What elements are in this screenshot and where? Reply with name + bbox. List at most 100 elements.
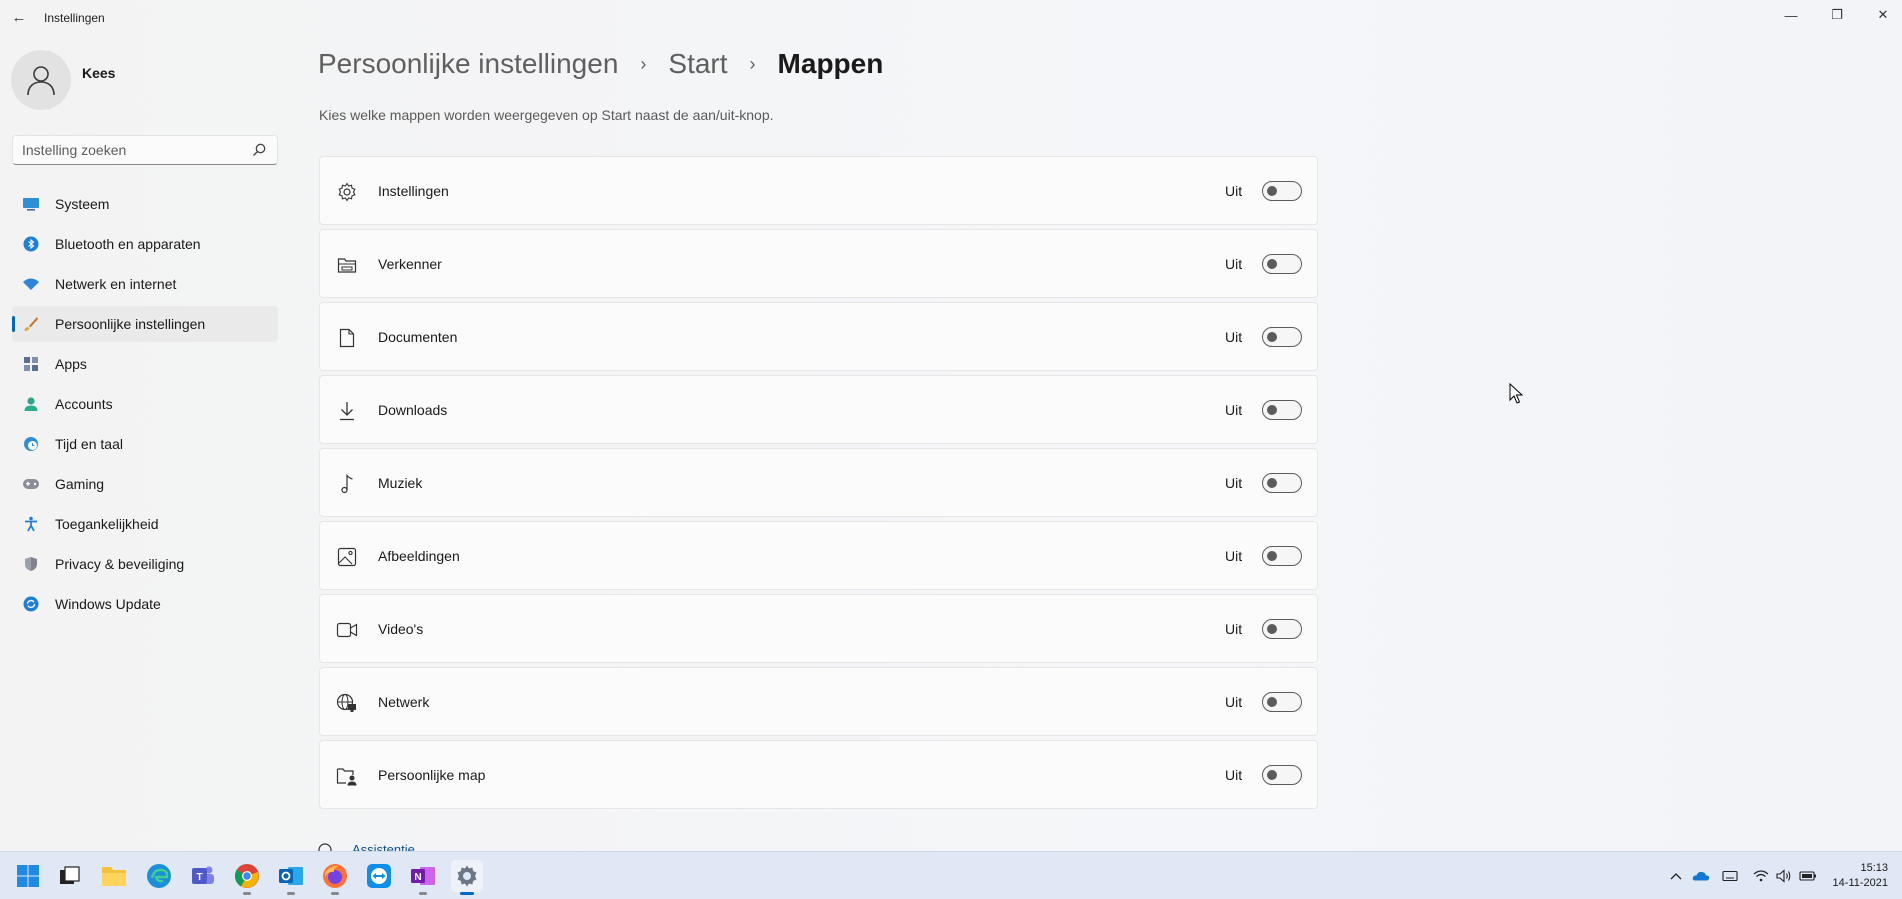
sidebar-item-apps[interactable]: Apps [12,346,278,382]
toggle-knob [1267,551,1277,561]
toggle-knob [1267,697,1277,707]
wifi-status-icon[interactable] [1752,867,1770,885]
toggle-verkenner[interactable] [1262,254,1302,274]
taskbar-teamviewer[interactable] [363,860,395,892]
sidebar-item-label: Bluetooth en apparaten [55,236,201,252]
wifi-icon [22,275,40,293]
taskbar-onenote[interactable]: N [407,860,439,895]
folder-label: Persoonlijke map [378,767,486,783]
taskbar-file-explorer[interactable] [98,860,130,892]
toggle-downloads[interactable] [1262,400,1302,420]
search-input[interactable] [13,136,243,164]
taskbar-firefox[interactable] [319,860,351,895]
gear-icon [336,181,358,203]
toggle-status: Uit [1225,475,1243,491]
battery-icon[interactable] [1799,867,1817,885]
volume-icon[interactable] [1775,867,1793,885]
sidebar-item-toegankelijkheid[interactable]: Toegankelijkheid [12,506,278,542]
sidebar-item-bluetooth[interactable]: Bluetooth en apparaten [12,226,278,262]
breadcrumb-link-start[interactable]: Start [668,48,727,80]
sidebar-item-label: Accounts [55,396,113,412]
sidebar-item-label: Persoonlijke instellingen [55,316,206,332]
search-icon[interactable] [251,142,267,158]
toggle-status: Uit [1225,621,1243,637]
toggle-knob [1267,186,1277,196]
sidebar-item-accounts[interactable]: Accounts [12,386,278,422]
close-button[interactable]: ✕ [1860,0,1902,30]
taskbar-start-button[interactable] [12,860,44,892]
sidebar-item-label: Systeem [55,196,110,212]
download-icon [336,400,358,422]
settings-icon [457,865,477,887]
chevron-up-icon[interactable] [1667,867,1685,885]
toggle-muziek[interactable] [1262,473,1302,493]
onedrive-icon[interactable] [1692,867,1710,885]
toggle-status: Uit [1225,256,1243,272]
sidebar-item-label: Windows Update [55,596,161,612]
onenote-icon: N [411,867,435,885]
taskbar-task-view[interactable] [54,860,86,892]
teams-icon: T [192,866,214,884]
sidebar-item-windows-update[interactable]: Windows Update [12,586,278,622]
chrome-icon [234,864,259,888]
folder-label: Instellingen [378,183,449,199]
back-arrow-icon: ← [11,8,27,26]
sidebar-item-privacy[interactable]: Privacy & beveiliging [12,546,278,582]
taskbar-teams[interactable]: T [187,860,219,892]
sidebar-item-label: Toegankelijkheid [55,516,159,532]
folder-row-netwerk: Netwerk Uit [319,667,1318,736]
active-indicator [460,892,474,895]
breadcrumb-link-persoonlijke-instellingen[interactable]: Persoonlijke instellingen [318,48,618,80]
controller-icon [22,475,40,493]
user-name: Kees [82,65,116,81]
taskbar-settings[interactable] [451,860,483,895]
update-icon [22,595,40,613]
toggle-documenten[interactable] [1262,327,1302,347]
toggle-status: Uit [1225,402,1243,418]
window-title: Instellingen [44,11,105,25]
taskbar-outlook[interactable] [275,860,307,895]
taskbar-chrome[interactable] [231,860,263,895]
folder-row-instellingen: Instellingen Uit [319,156,1318,225]
folder-row-persoonlijke-map: Persoonlijke map Uit [319,740,1318,809]
toggle-knob [1267,770,1277,780]
network-globe-icon [336,692,358,714]
toggle-status: Uit [1225,694,1243,710]
clock-globe-icon [22,435,40,453]
minimize-button[interactable]: — [1768,0,1814,30]
sidebar-item-systeem[interactable]: Systeem [12,186,278,222]
svg-text:T: T [196,872,202,883]
maximize-button[interactable]: ❐ [1814,0,1860,30]
toggle-netwerk[interactable] [1262,692,1302,712]
file-explorer-icon [336,254,358,276]
sidebar-item-gaming[interactable]: Gaming [12,466,278,502]
avatar[interactable] [11,50,71,110]
keyboard-icon[interactable] [1721,867,1739,885]
toggle-status: Uit [1225,183,1243,199]
search-box[interactable] [12,135,278,165]
restore-icon: ❐ [1831,7,1843,22]
sidebar-item-persoonlijke-instellingen[interactable]: Persoonlijke instellingen [12,306,278,342]
taskbar-clock[interactable]: 15:13 14-11-2021 [1833,861,1888,891]
toggle-persoonlijke-map[interactable] [1262,765,1302,785]
close-icon: ✕ [1877,7,1889,22]
chevron-right-icon: › [640,53,647,74]
sidebar-item-netwerk[interactable]: Netwerk en internet [12,266,278,302]
folder-row-verkenner: Verkenner Uit [319,229,1318,298]
sidebar-item-tijd-en-taal[interactable]: Tijd en taal [12,426,278,462]
personal-folder-icon [336,765,358,787]
taskbar-edge[interactable] [143,860,175,892]
toggle-instellingen[interactable] [1262,181,1302,201]
toggle-videos[interactable] [1262,619,1302,639]
person-icon [22,395,40,413]
back-button[interactable]: ← [8,6,30,28]
toggle-knob [1267,624,1277,634]
running-indicator [243,892,251,895]
accessibility-icon [22,515,40,533]
folder-label: Netwerk [378,694,430,710]
sidebar-item-label: Apps [55,356,87,372]
edge-icon [147,864,171,888]
folder-row-muziek: Muziek Uit [319,448,1318,517]
toggle-afbeeldingen[interactable] [1262,546,1302,566]
bluetooth-icon [22,235,40,253]
